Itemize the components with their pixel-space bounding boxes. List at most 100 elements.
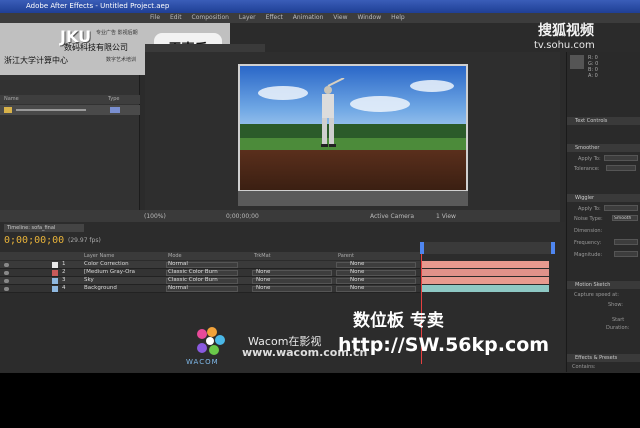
layer-track-bar[interactable] (421, 261, 549, 268)
smoother-tolerance-label: Tolerance: (574, 166, 600, 172)
letterbox-bottom (0, 373, 640, 428)
cloud (350, 96, 410, 112)
ad-title: 数位板 专卖 (353, 311, 444, 331)
current-time-indicator[interactable] (420, 242, 424, 254)
timeline-tab[interactable]: Timeline: sofa_final (4, 224, 84, 232)
project-columns: Name Type (0, 95, 140, 104)
cloud (410, 80, 454, 92)
layer-name[interactable]: Color Correction (84, 261, 129, 267)
duration-label: Duration: (606, 325, 630, 331)
parent-dropdown[interactable] (336, 286, 416, 292)
layer-track-bar[interactable] (421, 285, 549, 292)
time-ruler[interactable] (420, 242, 555, 254)
wiggler-frequency-label: Frequency: (574, 240, 602, 246)
project-col-type[interactable]: Type (108, 96, 119, 102)
frame-rate: (29.97 fps) (68, 237, 101, 244)
current-timecode[interactable]: 0;00;00;00 (4, 235, 64, 246)
info-alpha: A: 0 (588, 73, 598, 79)
smoother-apply-dropdown[interactable] (604, 155, 638, 161)
layer-name[interactable]: [Medium Gray-Ora (84, 269, 135, 275)
layer-label-color[interactable] (52, 286, 58, 292)
layer-row[interactable]: 2 [Medium Gray-Ora Classic Color Burn No… (0, 269, 420, 277)
visibility-eye-icon[interactable] (4, 271, 9, 275)
layer-trkmat: None (256, 269, 271, 275)
menu-effect[interactable]: Effect (266, 14, 283, 21)
wiggler-frequency-field[interactable] (614, 239, 638, 245)
effects-presets-header[interactable]: Effects & Presets (567, 354, 640, 362)
layer-mode: Normal (168, 261, 188, 267)
layer-name[interactable]: Background (84, 285, 117, 291)
project-item-name (16, 109, 86, 111)
camera-menu[interactable]: Active Camera (370, 213, 414, 220)
layer-track-bar[interactable] (421, 277, 549, 284)
project-row[interactable] (0, 105, 140, 115)
layer-label-color[interactable] (52, 270, 58, 276)
viewer-toolbar: (100%) 0;00;00;00 Active Camera 1 View (0, 210, 560, 222)
wiggler-magnitude-field[interactable] (614, 251, 638, 257)
parent-dropdown[interactable] (336, 262, 416, 268)
capture-speed-label: Capture speed at: (574, 292, 619, 298)
work-area-end[interactable] (551, 242, 555, 254)
layer-parent: None (350, 261, 365, 267)
layer-number: 4 (62, 285, 66, 291)
contains-label: Contains: (572, 364, 596, 370)
wacom-logo-icon (197, 327, 225, 355)
col-parent[interactable]: Parent (338, 253, 354, 259)
composition-tab[interactable] (145, 44, 265, 52)
viewer-controls (238, 191, 468, 206)
logo-tagline: 专业广告 影视后期 (96, 30, 138, 36)
right-panels (566, 52, 640, 372)
layer-name[interactable]: Sky (84, 277, 94, 283)
project-col-name[interactable]: Name (4, 96, 19, 102)
menu-window[interactable]: Window (357, 14, 381, 21)
ad-url: http://SW.56kp.com (338, 334, 550, 356)
layer-parent: None (350, 269, 365, 275)
layer-row[interactable]: 3 Sky Classic Color Burn None None (0, 277, 420, 285)
layer-track-bar[interactable] (421, 269, 549, 276)
sohu-watermark: 搜狐视频 (538, 23, 594, 39)
layer-trkmat: None (256, 285, 271, 291)
layer-row[interactable]: 1 Color Correction Normal None (0, 261, 420, 269)
motion-sketch-header[interactable]: Motion Sketch (567, 281, 640, 289)
smoother-tolerance-field[interactable] (606, 165, 636, 171)
parent-dropdown[interactable] (336, 278, 416, 284)
cloud (258, 86, 308, 100)
layer-label-color[interactable] (52, 262, 58, 268)
layer-label-color[interactable] (52, 278, 58, 284)
wiggler-header[interactable]: Wiggler (567, 194, 640, 202)
visibility-eye-icon[interactable] (4, 263, 9, 267)
menu-animation[interactable]: Animation (293, 14, 324, 21)
menu-composition[interactable]: Composition (192, 14, 229, 21)
view-menu[interactable]: 1 View (436, 213, 456, 220)
menu-layer[interactable]: Layer (239, 14, 256, 21)
smoother-header[interactable]: Smoother (567, 144, 640, 152)
col-layer-name[interactable]: Layer Name (84, 253, 114, 259)
layer-number: 1 (62, 261, 66, 267)
col-trkmat[interactable]: TrkMat (254, 253, 271, 259)
menu-file[interactable]: File (150, 14, 160, 21)
wiggler-dimension-label: Dimension: (574, 228, 603, 234)
layer-row[interactable]: 4 Background Normal None None (0, 285, 420, 293)
text-controls-header[interactable]: Text Controls (567, 117, 640, 125)
visibility-eye-icon[interactable] (4, 287, 9, 291)
composition-frame[interactable] (238, 64, 468, 206)
start-label: Start (612, 317, 625, 323)
wiggler-apply-dropdown[interactable] (604, 205, 638, 211)
zoom-menu[interactable]: (100%) (144, 213, 166, 220)
wiggler-noise-dropdown[interactable]: Smooth (612, 215, 638, 221)
layer-mode: Normal (168, 285, 188, 291)
window-title: Adobe After Effects - Untitled Project.a… (0, 0, 640, 13)
menu-view[interactable]: View (333, 14, 347, 21)
parent-dropdown[interactable] (336, 270, 416, 276)
logo-center-sub: 数字艺术培训 (106, 57, 137, 63)
viewer-timecode[interactable]: 0;00;00;00 (226, 213, 259, 220)
col-mode[interactable]: Mode (168, 253, 182, 259)
logo-center: 浙江大学计算中心 (4, 56, 68, 65)
layer-number: 3 (62, 277, 66, 283)
visibility-eye-icon[interactable] (4, 279, 9, 283)
color-swatch (570, 55, 584, 69)
wiggler-apply-label: Apply To: (578, 206, 601, 212)
folder-icon (4, 107, 12, 113)
menu-help[interactable]: Help (391, 14, 405, 21)
menu-edit[interactable]: Edit (170, 14, 182, 21)
